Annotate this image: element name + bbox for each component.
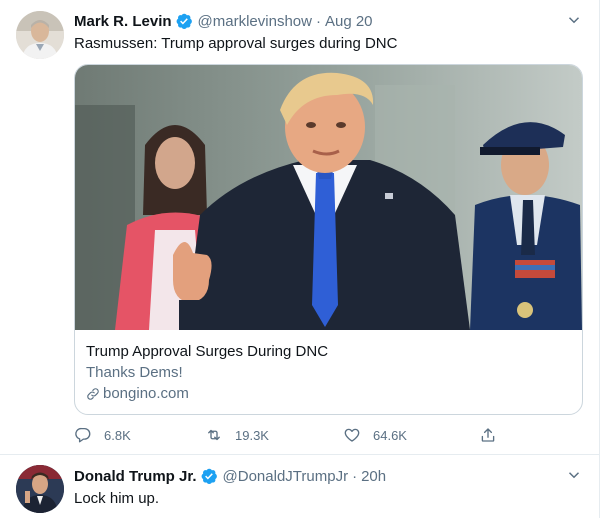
like-button[interactable]: 64.6K [343,424,407,446]
link-card[interactable]: Trump Approval Surges During DNC Thanks … [74,64,583,415]
like-count: 64.6K [373,427,407,443]
link-icon [87,387,99,400]
retweet-button[interactable]: 19.3K [205,424,269,446]
separator-dot: · [315,12,321,30]
retweet-icon [208,429,220,441]
tweet-time[interactable]: Aug 20 [325,13,373,30]
retweet-count: 19.3K [235,427,269,443]
author-name[interactable]: Donald Trump Jr. [74,468,197,485]
author-handle[interactable]: @marklevinshow [198,13,312,30]
card-domain[interactable]: bongino.com [86,385,189,402]
share-icon [481,428,495,442]
author-handle[interactable]: @DonaldJTrumpJr [223,468,349,485]
card-description: Thanks Dems! [86,364,183,381]
separator-dot: · [352,467,358,485]
chevron-down-icon[interactable] [565,466,583,484]
news-photo-icon [75,65,582,330]
tweet-actions: 6.8K 19.3K 64.6K [74,424,514,446]
tweet-text: Lock him up. [74,490,160,507]
verified-badge-icon [201,468,217,485]
verified-badge-icon [176,13,192,30]
avatar[interactable] [16,11,64,59]
tweet[interactable]: Mark R. Levin @marklevinshow · Aug 20 Ra… [0,0,599,455]
card-image[interactable] [75,65,582,330]
tweet-time[interactable]: 20h [361,468,386,485]
avatar-photo-icon [16,465,64,513]
card-title[interactable]: Trump Approval Surges During DNC [86,343,328,360]
card-domain-text: bongino.com [103,385,189,402]
tweet-text: Rasmussen: Trump approval surges during … [74,35,398,52]
avatar[interactable] [16,465,64,513]
reply-button[interactable]: 6.8K [74,424,131,446]
tweet-header: Donald Trump Jr. @DonaldJTrumpJr · 20h [74,466,583,486]
avatar-photo-icon [16,11,64,59]
tweet-header: Mark R. Levin @marklevinshow · Aug 20 [74,11,583,31]
author-name[interactable]: Mark R. Levin [74,13,172,30]
tweet[interactable]: Donald Trump Jr. @DonaldJTrumpJr · 20h L… [0,456,599,518]
heart-icon [344,428,360,442]
reply-icon [75,427,91,443]
chevron-down-icon[interactable] [565,11,583,29]
reply-count: 6.8K [104,427,131,443]
share-button[interactable] [479,424,497,446]
